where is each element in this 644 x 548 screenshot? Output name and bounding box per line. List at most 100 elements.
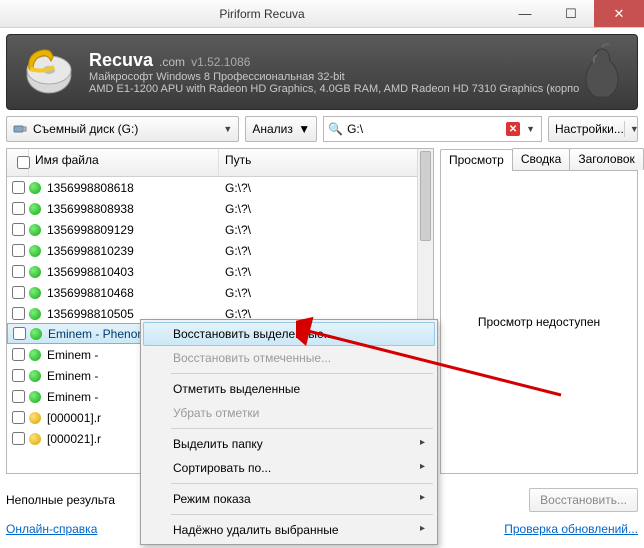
brand-name: Recuva <box>89 50 153 71</box>
titlebar: Piriform Recuva ― ☐ ✕ <box>0 0 644 28</box>
path-field[interactable]: 🔍 ✕ ▼ <box>323 116 542 142</box>
row-path: G:\?\ <box>219 202 433 216</box>
ctx-check-selected[interactable]: Отметить выделенные <box>143 377 435 401</box>
table-row[interactable]: 1356998810468G:\?\ <box>7 282 433 303</box>
usb-drive-icon <box>13 122 27 136</box>
ctx-recover-selected[interactable]: Восстановить выделенные... <box>143 322 435 346</box>
row-checkbox[interactable] <box>8 327 30 340</box>
toolbar: Съемный диск (G:) ▼ Анализ ▼ 🔍 ✕ ▼ Настр… <box>6 116 638 142</box>
status-dot-icon <box>29 433 41 445</box>
row-filename: 1356998808618 <box>47 181 134 195</box>
row-filename: Eminem - <box>47 390 98 404</box>
chevron-down-icon: ▼ <box>223 124 232 134</box>
scrollbar-thumb[interactable] <box>420 151 431 241</box>
recover-button[interactable]: Восстановить... <box>529 488 638 512</box>
status-dot-icon <box>29 266 41 278</box>
ctx-separator <box>171 373 433 374</box>
ctx-sort-by[interactable]: Сортировать по... <box>143 456 435 480</box>
status-dot-icon <box>29 370 41 382</box>
row-filename: 1356998808938 <box>47 202 134 216</box>
row-checkbox[interactable] <box>7 432 29 445</box>
minimize-button[interactable]: ― <box>502 0 548 27</box>
chevron-down-icon[interactable]: ▼ <box>524 124 537 134</box>
status-text: Неполные результа <box>6 493 115 507</box>
table-row[interactable]: 1356998809129G:\?\ <box>7 219 433 240</box>
status-dot-icon <box>29 245 41 257</box>
row-filename: [000021].r <box>47 432 101 446</box>
row-checkbox[interactable] <box>7 181 29 194</box>
status-dot-icon <box>29 182 41 194</box>
status-dot-icon <box>29 412 41 424</box>
status-dot-icon <box>30 328 42 340</box>
ctx-uncheck: Убрать отметки <box>143 401 435 425</box>
check-updates-link[interactable]: Проверка обновлений... <box>504 522 638 536</box>
row-checkbox[interactable] <box>7 307 29 320</box>
row-checkbox[interactable] <box>7 286 29 299</box>
ctx-select-folder[interactable]: Выделить папку <box>143 432 435 456</box>
chevron-down-icon: ▼ <box>298 122 310 136</box>
row-path: G:\?\ <box>219 181 433 195</box>
row-filename: 1356998810239 <box>47 244 134 258</box>
list-header: Имя файла Путь <box>7 149 433 177</box>
preview-empty-label: Просмотр недоступен <box>478 315 600 329</box>
status-dot-icon <box>29 349 41 361</box>
search-icon: 🔍 <box>328 122 343 136</box>
status-dot-icon <box>29 224 41 236</box>
table-row[interactable]: 1356998810239 G:\?\ <box>7 240 433 261</box>
row-checkbox[interactable] <box>7 265 29 278</box>
ctx-recover-checked: Восстановить отмеченные... <box>143 346 435 370</box>
column-path[interactable]: Путь <box>219 149 433 176</box>
row-filename: 1356998810505 <box>47 307 134 321</box>
ctx-separator <box>171 514 433 515</box>
table-row[interactable]: 1356998808938 G:\?\ <box>7 198 433 219</box>
row-path: G:\?\ <box>219 244 433 258</box>
hw-line: AMD E1-1200 APU with Radeon HD Graphics,… <box>89 83 625 95</box>
header-checkbox[interactable] <box>7 149 29 176</box>
row-filename: Eminem - <box>47 348 98 362</box>
tab-summary[interactable]: Сводка <box>512 148 571 170</box>
row-filename: [000001].r <box>47 411 101 425</box>
row-path: G:\?\ <box>219 265 433 279</box>
column-name[interactable]: Имя файла <box>29 149 219 176</box>
recuva-logo-icon <box>19 45 79 99</box>
os-line: Майкрософт Windows 8 Профессиональная 32… <box>89 71 625 83</box>
online-help-link[interactable]: Онлайн-справка <box>6 522 97 536</box>
ctx-secure-delete[interactable]: Надёжно удалить выбранные <box>143 518 435 542</box>
ctx-separator <box>171 428 433 429</box>
row-checkbox[interactable] <box>7 390 29 403</box>
version-label: v1.52.1086 <box>191 55 250 69</box>
brand-domain: .com <box>159 55 185 69</box>
path-input[interactable] <box>347 122 502 136</box>
analyze-button[interactable]: Анализ ▼ <box>245 116 317 142</box>
row-checkbox[interactable] <box>7 223 29 236</box>
tab-preview[interactable]: Просмотр <box>440 149 513 171</box>
maximize-button[interactable]: ☐ <box>548 0 594 27</box>
table-row[interactable]: 1356998808618 G:\?\ <box>7 177 433 198</box>
tab-header[interactable]: Заголовок <box>569 148 643 170</box>
row-filename: 1356998810403 <box>47 265 134 279</box>
row-checkbox[interactable] <box>7 348 29 361</box>
row-checkbox[interactable] <box>7 369 29 382</box>
table-row[interactable]: 1356998810403 G:\?\ <box>7 261 433 282</box>
window-title: Piriform Recuva <box>22 7 502 21</box>
app-header: Recuva .com v1.52.1086 Майкрософт Windows… <box>6 34 638 110</box>
status-dot-icon <box>29 391 41 403</box>
ctx-view-mode[interactable]: Режим показа <box>143 487 435 511</box>
row-path: G:\?\ <box>219 286 433 300</box>
preview-panel: Просмотр Сводка Заголовок Просмотр недос… <box>440 148 638 474</box>
row-checkbox[interactable] <box>7 202 29 215</box>
clear-path-icon[interactable]: ✕ <box>506 122 520 136</box>
drive-combo-label: Съемный диск (G:) <box>33 122 138 136</box>
row-checkbox[interactable] <box>7 244 29 257</box>
status-dot-icon <box>29 203 41 215</box>
chevron-down-icon[interactable]: ▼ <box>624 121 639 137</box>
piriform-pear-icon <box>577 41 627 101</box>
context-menu: Восстановить выделенные... Восстановить … <box>140 319 438 545</box>
close-button[interactable]: ✕ <box>594 0 644 27</box>
settings-button[interactable]: Настройки... ▼ <box>548 116 638 142</box>
row-checkbox[interactable] <box>7 411 29 424</box>
drive-combo[interactable]: Съемный диск (G:) ▼ <box>6 116 239 142</box>
status-dot-icon <box>29 308 41 320</box>
status-dot-icon <box>29 287 41 299</box>
ctx-separator <box>171 483 433 484</box>
